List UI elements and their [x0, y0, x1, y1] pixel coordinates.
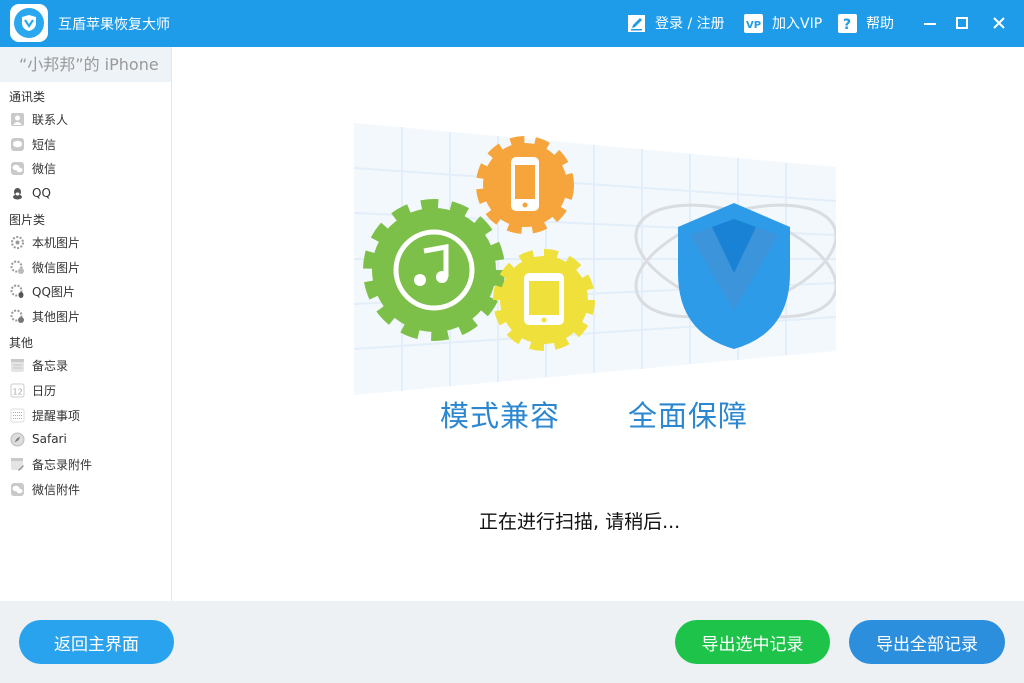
sidebar-item-reminders[interactable]: 提醒事项 — [9, 404, 80, 426]
scan-illustration — [354, 123, 836, 395]
device-name: “小邦邦”的 iPhone — [0, 47, 171, 82]
minimize-button[interactable] — [918, 11, 942, 35]
contacts-icon — [9, 111, 25, 127]
back-to-main-button[interactable]: 返回主界面 — [19, 620, 174, 664]
back-to-main-label: 返回主界面 — [54, 634, 139, 655]
svg-text:VP: VP — [746, 20, 761, 31]
sidebar: “小邦邦”的 iPhone 通讯类 联系人 短信 微信 QQ 图片类 本机图片 … — [0, 47, 172, 601]
app-logo — [10, 4, 48, 42]
join-vip-button[interactable]: VP 加入VIP — [744, 13, 822, 33]
reminders-icon — [9, 407, 25, 423]
wechat-attachment-icon — [9, 481, 25, 497]
sidebar-item-wechat-attachments[interactable]: 微信附件 — [9, 478, 80, 500]
sidebar-item-label: QQ图片 — [32, 284, 75, 299]
sidebar-item-label: 备忘录 — [32, 358, 69, 373]
sidebar-item-label: 微信附件 — [32, 482, 81, 497]
category-other: 其他 — [9, 336, 34, 350]
sidebar-item-qq-photos[interactable]: QQ图片 — [9, 280, 75, 302]
calendar-icon: 12 — [9, 382, 25, 398]
sidebar-item-safari[interactable]: Safari — [9, 428, 67, 450]
sidebar-item-notes-attachments[interactable]: 备忘录附件 — [9, 453, 92, 475]
notes-icon — [9, 357, 25, 373]
sidebar-item-label: 微信图片 — [32, 260, 81, 275]
qq-icon — [9, 185, 25, 201]
sidebar-item-label: 本机图片 — [32, 235, 81, 250]
sidebar-item-wechat-photos[interactable]: 微信图片 — [9, 256, 80, 278]
sms-icon — [9, 136, 25, 152]
sidebar-item-calendar[interactable]: 12 日历 — [9, 379, 56, 401]
category-communication: 通讯类 — [9, 90, 46, 104]
music-gear-icon — [363, 199, 505, 341]
sidebar-item-label: 短信 — [32, 137, 57, 152]
maximize-button[interactable] — [950, 11, 974, 35]
sidebar-item-contacts[interactable]: 联系人 — [9, 108, 68, 130]
vip-icon: VP — [744, 13, 763, 33]
close-button[interactable] — [987, 11, 1011, 35]
slogan-right: 全面保障 — [628, 399, 749, 433]
scan-status-text: 正在进行扫描, 请稍后... — [479, 511, 681, 533]
slogan-left: 模式兼容 — [440, 399, 561, 433]
sidebar-item-label: 提醒事项 — [32, 408, 81, 423]
sidebar-item-qq[interactable]: QQ — [9, 182, 51, 204]
svg-text:?: ? — [843, 17, 851, 33]
wechat-photo-icon — [9, 259, 25, 275]
sidebar-item-label: QQ — [32, 186, 51, 200]
category-images: 图片类 — [9, 213, 46, 227]
export-selected-button[interactable]: 导出选中记录 — [675, 620, 830, 664]
tablet-gear-icon — [493, 249, 595, 351]
main-content: 模式兼容 全面保障 正在进行扫描, 请稍后... — [172, 47, 1024, 601]
close-icon — [993, 17, 1005, 29]
export-selected-label: 导出选中记录 — [701, 634, 804, 655]
phone-gear-icon — [476, 136, 574, 234]
local-photo-icon — [9, 234, 25, 250]
sidebar-item-label: Safari — [32, 432, 67, 446]
export-all-button[interactable]: 导出全部记录 — [849, 620, 1005, 664]
export-all-label: 导出全部记录 — [876, 634, 978, 655]
sidebar-item-label: 日历 — [32, 383, 57, 398]
login-register-button[interactable]: 登录 / 注册 — [627, 13, 725, 33]
wechat-icon — [9, 160, 25, 176]
qq-photo-icon — [9, 283, 25, 299]
sidebar-item-label: 联系人 — [32, 112, 69, 127]
edit-icon — [627, 14, 646, 33]
sidebar-item-label: 备忘录附件 — [32, 457, 93, 472]
sidebar-item-wechat[interactable]: 微信 — [9, 157, 56, 179]
login-register-label: 登录 / 注册 — [655, 16, 725, 32]
safari-icon — [9, 431, 25, 447]
sidebar-item-notes[interactable]: 备忘录 — [9, 354, 68, 376]
sidebar-item-other-photos[interactable]: 其他图片 — [9, 305, 80, 327]
help-button[interactable]: ? 帮助 — [838, 13, 894, 33]
sidebar-item-label: 其他图片 — [32, 309, 81, 324]
app-title: 互盾苹果恢复大师 — [58, 17, 170, 33]
bottom-bar: 返回主界面 导出选中记录 导出全部记录 — [0, 601, 1024, 683]
maximize-icon — [956, 17, 968, 29]
svg-text:12: 12 — [12, 387, 22, 396]
help-icon: ? — [838, 13, 857, 33]
notes-attachment-icon — [9, 456, 25, 472]
title-bar: 互盾苹果恢复大师 登录 / 注册 VP 加入VIP ? 帮助 — [0, 0, 1024, 47]
other-photo-icon — [9, 308, 25, 324]
minimize-icon — [924, 23, 936, 25]
sidebar-item-label: 微信 — [32, 161, 57, 176]
sidebar-item-local-photos[interactable]: 本机图片 — [9, 231, 80, 253]
sidebar-item-sms[interactable]: 短信 — [9, 133, 56, 155]
join-vip-label: 加入VIP — [772, 16, 823, 32]
help-label: 帮助 — [866, 16, 894, 32]
